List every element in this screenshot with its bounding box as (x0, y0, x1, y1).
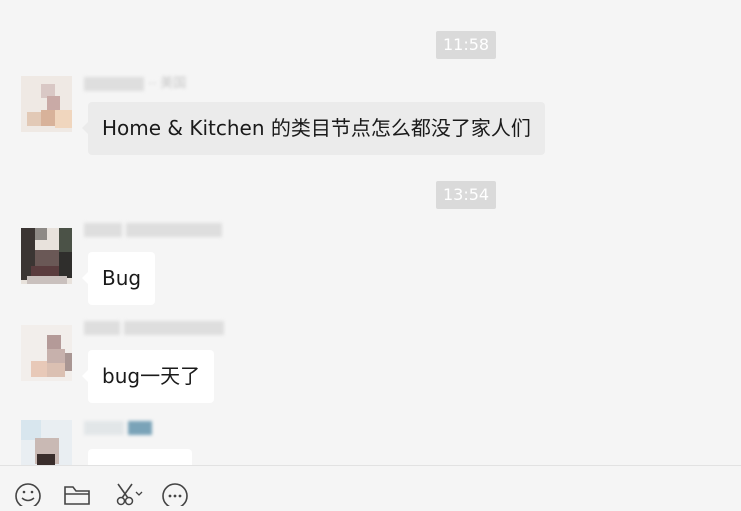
scissors-icon[interactable] (113, 482, 143, 506)
timestamp: 11:58 (436, 31, 497, 59)
message-text: Home & Kitchen 的类目节点怎么都没了家人们 (102, 116, 531, 140)
chat-history-icon[interactable] (161, 482, 191, 509)
chat-message-list[interactable]: 11:58 ·· 美国 Home & Kitchen 的类目节点怎么都没了家人们… (0, 0, 741, 465)
sender-name: ·· 美国 (84, 72, 186, 94)
sender-name (84, 221, 226, 243)
avatar[interactable] (21, 325, 72, 381)
folder-icon[interactable] (63, 482, 93, 506)
message-bubble[interactable]: Bug (81, 252, 156, 305)
sender-name (84, 419, 156, 441)
avatar[interactable] (21, 420, 72, 465)
emoji-icon[interactable] (14, 482, 44, 509)
message-bubble[interactable] (88, 449, 192, 465)
message-bubble[interactable]: Home & Kitchen 的类目节点怎么都没了家人们 (82, 102, 545, 155)
avatar[interactable] (21, 228, 72, 284)
message-text: bug一天了 (102, 364, 201, 388)
sender-name (84, 319, 228, 341)
message-bubble[interactable]: bug一天了 (81, 350, 215, 403)
timestamp: 13:54 (436, 181, 497, 209)
input-toolbar (0, 465, 741, 509)
avatar[interactable] (21, 76, 72, 132)
message-text: Bug (102, 266, 142, 290)
